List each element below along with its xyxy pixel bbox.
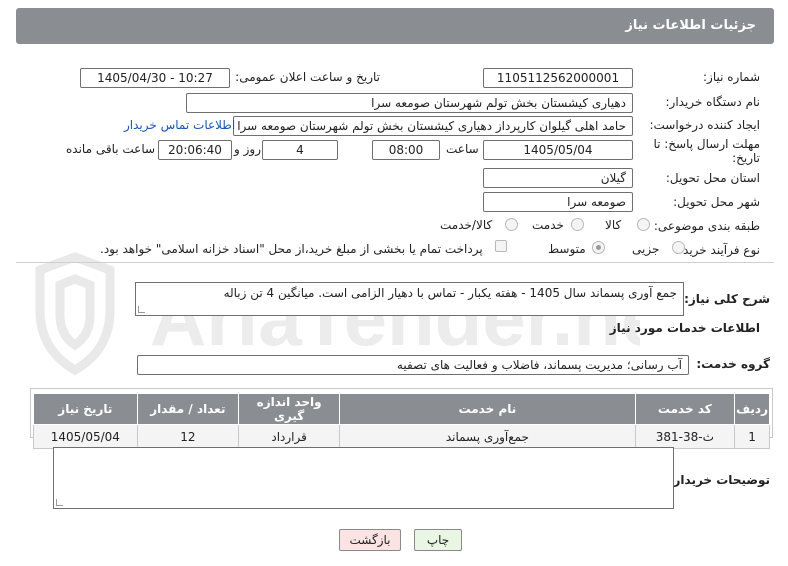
- province-field: گیلان: [483, 168, 633, 188]
- need-number-label: شماره نیاز:: [703, 70, 760, 84]
- col-need-date: تاریخ نیاز: [33, 393, 138, 425]
- category-goods-service-label: کالا/خدمت: [440, 218, 493, 232]
- page-title-bar: جزئیات اطلاعات نیاز: [16, 8, 774, 44]
- requester-label: ایجاد کننده درخواست:: [649, 118, 760, 132]
- summary-text: جمع آوری پسماند سال 1405 - هفته یکبار - …: [223, 286, 677, 300]
- table-header-row: ردیف کد خدمت نام خدمت واحد اندازه گیری ت…: [33, 393, 770, 425]
- watermark-shield-icon: [35, 252, 115, 376]
- col-unit: واحد اندازه گیری: [237, 393, 341, 425]
- city-field: صومعه سرا: [483, 192, 633, 212]
- cell-need-date: 1405/05/04: [33, 424, 138, 449]
- buyer-org-field: دهیاری کیشستان بخش تولم شهرستان صومعه سر…: [186, 93, 633, 113]
- resize-grip-icon[interactable]: [56, 499, 63, 506]
- buyer-notes-label: توضیحات خریدار:: [668, 473, 770, 487]
- buyer-contact-link[interactable]: اطلاعات تماس خریدار: [124, 118, 235, 132]
- remaining-time-label: ساعت باقی مانده: [66, 142, 156, 156]
- deadline-time-label: ساعت: [446, 142, 479, 156]
- deadline-date-field: 1405/05/04: [483, 140, 633, 160]
- need-details-page: AriaTender.net جزئیات اطلاعات نیاز شماره…: [0, 0, 788, 566]
- deadline-label-line2: تاریخ:: [732, 151, 760, 165]
- requester-field: حامد اهلی گیلوان کارپرداز دهیاری کیشستان…: [233, 116, 633, 136]
- services-section-title: اطلاعات خدمات مورد نیاز: [609, 321, 760, 335]
- remaining-days-field: 4: [262, 140, 338, 160]
- category-service-label: خدمت: [532, 218, 564, 232]
- treasury-payment-checkbox[interactable]: [495, 240, 507, 252]
- service-group-label: گروه خدمت:: [696, 357, 770, 371]
- cell-row: 1: [734, 424, 770, 449]
- cell-quantity: 12: [136, 424, 239, 449]
- summary-label: شرح کلی نیاز:: [684, 292, 770, 306]
- resize-grip-icon[interactable]: [138, 306, 145, 313]
- page-title: جزئیات اطلاعات نیاز: [625, 18, 756, 33]
- remaining-time-field: 20:06:40: [158, 140, 232, 160]
- process-medium-radio[interactable]: [592, 241, 605, 254]
- treasury-payment-note: پرداخت تمام یا بخشی از مبلغ خرید،از محل …: [100, 242, 483, 256]
- category-goods-service-radio[interactable]: [505, 218, 518, 231]
- category-label: طبقه بندی موضوعی:: [653, 219, 760, 233]
- back-button[interactable]: بازگشت: [339, 529, 401, 551]
- remaining-days-label: روز و: [234, 142, 261, 156]
- services-table: ردیف کد خدمت نام خدمت واحد اندازه گیری ت…: [33, 393, 770, 449]
- category-service-radio[interactable]: [571, 218, 584, 231]
- process-minor-label: جزیی: [632, 242, 660, 256]
- announce-datetime-label: تاریخ و ساعت اعلان عمومی:: [235, 70, 380, 84]
- category-goods-label: کالا: [605, 218, 622, 232]
- deadline-time-field: 08:00: [372, 140, 440, 160]
- section-divider: [16, 262, 774, 263]
- buyer-notes-textbox: [53, 447, 674, 509]
- table-row[interactable]: 1 ث-38-381 جمع‌آوری پسماند قرارداد 12 14…: [33, 424, 770, 449]
- summary-textbox: جمع آوری پسماند سال 1405 - هفته یکبار - …: [135, 282, 684, 316]
- buyer-org-label: نام دستگاه خریدار:: [665, 95, 761, 109]
- announce-datetime-field: 1405/04/30 - 10:27: [80, 68, 230, 88]
- col-service-code: کد خدمت: [634, 393, 736, 425]
- service-group-field: آب رسانی؛ مدیریت پسماند، فاضلاب و فعالیت…: [137, 355, 689, 375]
- cell-service-name: جمع‌آوری پسماند: [339, 424, 636, 449]
- deadline-label-line1: مهلت ارسال پاسخ: تا: [653, 137, 760, 151]
- city-label: شهر محل تحویل:: [673, 195, 760, 209]
- cell-service-code: ث-38-381: [634, 424, 736, 449]
- province-label: استان محل تحویل:: [665, 171, 760, 185]
- col-row: ردیف: [734, 393, 770, 425]
- category-goods-radio[interactable]: [637, 218, 650, 231]
- process-medium-label: متوسط: [548, 242, 586, 256]
- col-service-name: نام خدمت: [339, 393, 636, 425]
- process-type-label: نوع فرآیند خرید :: [675, 243, 760, 257]
- cell-unit: قرارداد: [237, 424, 341, 449]
- need-number-field: 1105112562000001: [483, 68, 633, 88]
- process-minor-radio[interactable]: [672, 241, 685, 254]
- col-quantity: تعداد / مقدار: [136, 393, 239, 425]
- print-button[interactable]: چاپ: [414, 529, 462, 551]
